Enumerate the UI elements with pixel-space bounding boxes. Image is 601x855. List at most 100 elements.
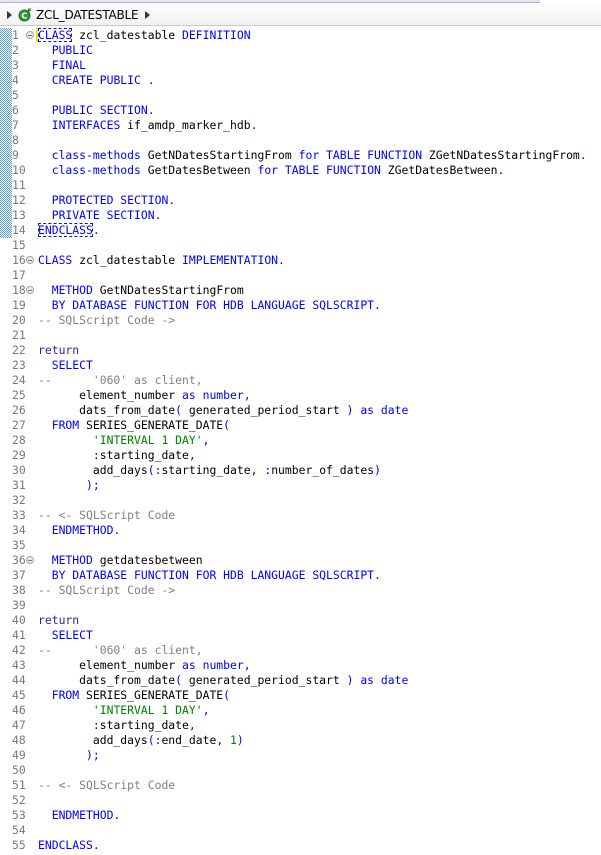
- code-line[interactable]: 45 FROM SERIES_GENERATE_DATE(: [0, 688, 601, 703]
- code-editor[interactable]: 1 CLASS zcl_datestable DEFINITION 2 PUBLIC…: [0, 26, 601, 855]
- code-line[interactable]: 24 -- '060' as client,: [0, 373, 601, 388]
- code-text: BY DATABASE FUNCTION FOR HDB LANGUAGE SQ…: [38, 568, 381, 583]
- fold-collapse-icon[interactable]: [26, 256, 34, 264]
- code-line[interactable]: 9 class-methods GetNDatesStartingFrom fo…: [0, 148, 601, 163]
- code-line[interactable]: 47 :starting_date,: [0, 718, 601, 733]
- code-line[interactable]: 32: [0, 493, 601, 508]
- code-line[interactable]: 46 'INTERVAL 1 DAY',: [0, 703, 601, 718]
- identifier-token: generated_period_start: [182, 673, 347, 687]
- code-line[interactable]: 52: [0, 793, 601, 808]
- code-line[interactable]: 1 CLASS zcl_datestable DEFINITION: [0, 28, 601, 43]
- code-line[interactable]: 18 METHOD GetNDatesStartingFrom: [0, 283, 601, 298]
- code-line[interactable]: 34 ENDMETHOD.: [0, 523, 601, 538]
- identifier-token: [38, 118, 52, 132]
- code-line[interactable]: 26 dats_from_date( generated_period_star…: [0, 403, 601, 418]
- fold-collapse-icon[interactable]: [26, 31, 34, 39]
- punctuation-token: .: [278, 253, 285, 267]
- line-number: 21: [12, 328, 26, 342]
- code-line[interactable]: 41 SELECT: [0, 628, 601, 643]
- code-line[interactable]: 10 class-methods GetDatesBetween for TAB…: [0, 163, 601, 178]
- identifier-token: getdatesbetween: [92, 553, 203, 567]
- keyword-token: PROTECTED SECTION: [51, 193, 169, 207]
- code-line[interactable]: 30 add_days(:starting_date, :number_of_d…: [0, 463, 601, 478]
- code-line[interactable]: 35: [0, 538, 601, 553]
- identifier-token: [38, 103, 52, 117]
- code-line[interactable]: 22 return: [0, 343, 601, 358]
- code-text: SELECT: [38, 628, 93, 643]
- chevron-right-icon[interactable]: [7, 10, 12, 19]
- code-line[interactable]: 23 SELECT: [0, 358, 601, 373]
- keyword-token: SELECT: [51, 628, 93, 642]
- string-literal-token: 'INTERVAL 1 DAY': [92, 703, 203, 717]
- punctuation-token: .: [113, 808, 121, 822]
- code-line[interactable]: 29 :starting_date,: [0, 448, 601, 463]
- code-line[interactable]: 13 PRIVATE SECTION.: [0, 208, 601, 223]
- punctuation-token: (: [175, 403, 183, 417]
- identifier-token: ZGetDatesBetween: [380, 163, 498, 177]
- code-line[interactable]: 4 CREATE PUBLIC .: [0, 73, 601, 88]
- line-number: 9: [12, 148, 19, 162]
- code-line[interactable]: 27 FROM SERIES_GENERATE_DATE(: [0, 418, 601, 433]
- identifier-token: starting_date: [99, 718, 189, 732]
- line-number: 53: [12, 808, 26, 822]
- code-line[interactable]: 49 );: [0, 748, 601, 763]
- code-text: element_number as number,: [38, 658, 250, 673]
- code-line[interactable]: 15: [0, 238, 601, 253]
- code-text: FROM SERIES_GENERATE_DATE(: [38, 418, 230, 433]
- keyword-token: BY DATABASE FUNCTION FOR HDB LANGUAGE SQ…: [51, 568, 375, 582]
- line-number: 23: [12, 358, 26, 372]
- code-line[interactable]: 14 ENDCLASS.: [0, 223, 601, 238]
- code-line[interactable]: 37 BY DATABASE FUNCTION FOR HDB LANGUAGE…: [0, 568, 601, 583]
- code-text: dats_from_date( generated_period_start )…: [38, 673, 408, 688]
- code-line[interactable]: 8: [0, 133, 601, 148]
- code-line[interactable]: 7 INTERFACES if_amdp_marker_hdb.: [0, 118, 601, 133]
- line-number: 46: [12, 703, 26, 717]
- code-line[interactable]: 53 ENDMETHOD.: [0, 808, 601, 823]
- code-line[interactable]: 31 );: [0, 478, 601, 493]
- keyword-token: class-methods: [51, 148, 141, 162]
- code-line[interactable]: 28 'INTERVAL 1 DAY',: [0, 433, 601, 448]
- code-line[interactable]: 6 PUBLIC SECTION.: [0, 103, 601, 118]
- code-line[interactable]: 40 return: [0, 613, 601, 628]
- code-text: ENDMETHOD.: [38, 523, 121, 538]
- code-line[interactable]: 55 ENDCLASS.: [0, 838, 601, 853]
- code-line[interactable]: 2 PUBLIC: [0, 43, 601, 58]
- breadcrumb-class-name[interactable]: ZCL_DATESTABLE: [36, 8, 139, 22]
- line-number: 32: [12, 493, 26, 507]
- code-line[interactable]: 19 BY DATABASE FUNCTION FOR HDB LANGUAGE…: [0, 298, 601, 313]
- code-line[interactable]: 48 add_days(:end_date, 1): [0, 733, 601, 748]
- code-line[interactable]: 12 PROTECTED SECTION.: [0, 193, 601, 208]
- code-line[interactable]: 16 CLASS zcl_datestable IMPLEMENTATION.: [0, 253, 601, 268]
- code-line[interactable]: 36 METHOD getdatesbetween: [0, 553, 601, 568]
- chevron-right-icon[interactable]: [145, 10, 151, 19]
- identifier-token: [38, 523, 52, 537]
- code-line[interactable]: 5: [0, 88, 601, 103]
- code-text: -- SQLScript Code ->: [38, 583, 175, 598]
- code-line[interactable]: 43 element_number as number,: [0, 658, 601, 673]
- code-line[interactable]: 33 -- <- SQLScript Code: [0, 508, 601, 523]
- line-number: 45: [12, 688, 26, 702]
- fold-collapse-icon[interactable]: [26, 286, 34, 294]
- code-line[interactable]: 51 -- <- SQLScript Code: [0, 778, 601, 793]
- code-line[interactable]: 38 -- SQLScript Code ->: [0, 583, 601, 598]
- line-number: 22: [12, 343, 26, 357]
- punctuation-token: ,: [202, 433, 210, 447]
- code-line[interactable]: 11: [0, 178, 601, 193]
- code-line[interactable]: 50: [0, 763, 601, 778]
- code-line[interactable]: 42 -- '060' as client,: [0, 643, 601, 658]
- code-line[interactable]: 17: [0, 268, 601, 283]
- identifier-token: [38, 193, 52, 207]
- code-line[interactable]: 54: [0, 823, 601, 838]
- code-line[interactable]: 20 -- SQLScript Code ->: [0, 313, 601, 328]
- code-line[interactable]: 25 element_number as number,: [0, 388, 601, 403]
- line-number: 26: [12, 403, 26, 417]
- code-line[interactable]: 21: [0, 328, 601, 343]
- identifier-token: [38, 703, 93, 717]
- punctuation-token: .: [497, 163, 505, 177]
- code-line[interactable]: 39: [0, 598, 601, 613]
- code-line[interactable]: 44 dats_from_date( generated_period_star…: [0, 673, 601, 688]
- punctuation-token: .: [92, 223, 100, 237]
- abap-class-icon: C F: [18, 8, 32, 22]
- code-line[interactable]: 3 FINAL: [0, 58, 601, 73]
- fold-collapse-icon[interactable]: [26, 556, 34, 564]
